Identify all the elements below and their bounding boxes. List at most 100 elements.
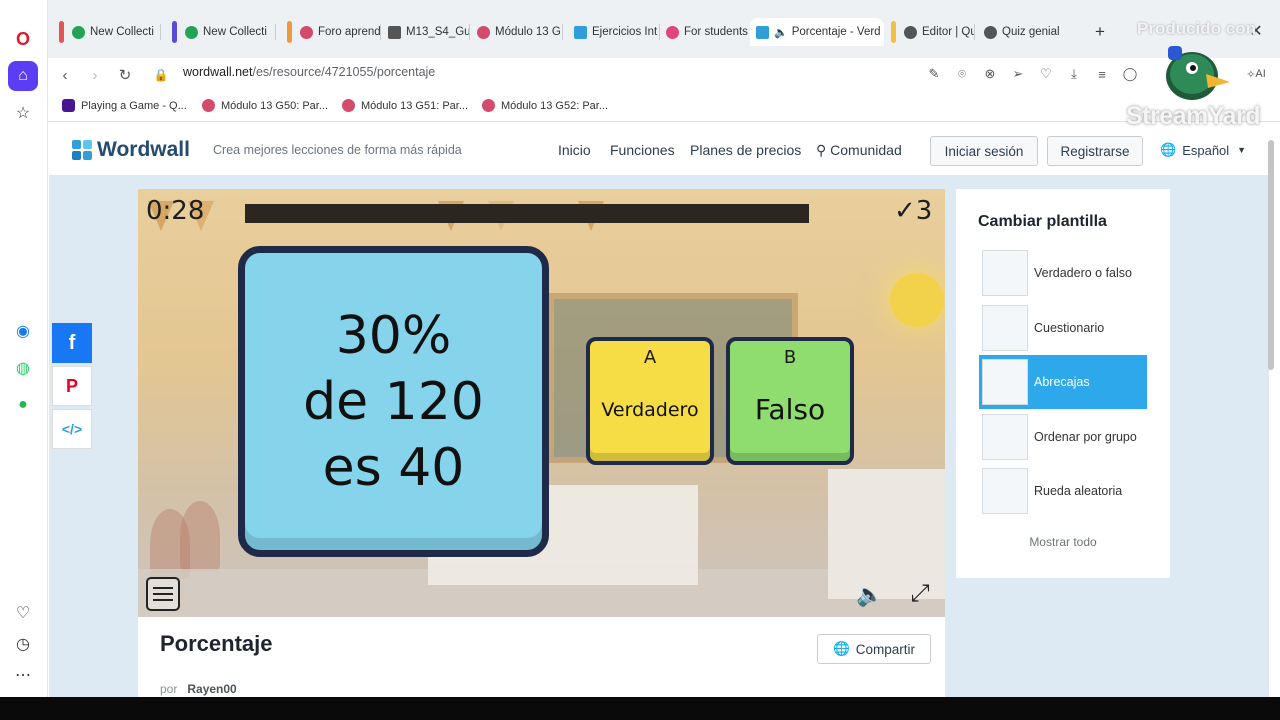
share-button[interactable]: 🌐 Compartir (817, 634, 931, 664)
tab-3[interactable]: Foro aprend (281, 18, 381, 46)
sound-icon[interactable]: 🔈 (854, 579, 886, 611)
share-label: Compartir (855, 641, 916, 657)
spotify-icon[interactable]: ● (8, 390, 38, 420)
tab-4[interactable]: M13_S4_Guí (382, 18, 470, 46)
tab-favicon-icon (477, 25, 490, 39)
pinboard-icon[interactable]: ☆ (8, 98, 38, 128)
lock-icon[interactable]: 🔒 (150, 64, 172, 86)
tab-favicon-icon (666, 25, 679, 39)
tab-title: Ejercicios Int (592, 26, 658, 38)
tab-color-stripe (59, 21, 64, 43)
nav-planes[interactable]: Planes de precios (690, 142, 801, 158)
embed-code-icon[interactable]: </> (52, 409, 92, 449)
bookmark-favicon-icon (62, 99, 75, 112)
template-ordenar-grupo[interactable]: Ordenar por grupo (979, 410, 1147, 464)
bookmark-item[interactable]: Playing a Game - Q... (62, 99, 187, 112)
bookmark-item[interactable]: Módulo 13 G52: Par... (482, 99, 608, 112)
nav-comunidad[interactable]: ⚲ Comunidad (816, 142, 902, 159)
tab-title: Editor | Quiz (922, 26, 975, 38)
tab-1[interactable]: New Collecti (53, 18, 161, 46)
tab-title: Foro aprend (318, 26, 381, 38)
heart-icon[interactable]: ♡ (1036, 64, 1056, 84)
tab-title: M13_S4_Guí (406, 26, 470, 38)
streamyard-duck-logo (1166, 46, 1230, 100)
send-icon[interactable]: ➢ (1008, 64, 1028, 84)
template-label: Ordenar por grupo (1034, 430, 1137, 444)
bookmark-label: Módulo 13 G50: Par... (221, 99, 329, 112)
speaker-icon: 🔈 (774, 26, 788, 39)
open-box-template-icon (982, 359, 1028, 405)
show-all-link[interactable]: Mostrar todo (956, 535, 1170, 549)
tab-color-stripe (287, 21, 292, 43)
edit-icon[interactable]: ✎ (924, 64, 944, 84)
profile-icon[interactable]: ◯ (1120, 64, 1140, 84)
tab-favicon-icon (300, 25, 313, 39)
tab-5[interactable]: Módulo 13 G (471, 18, 563, 46)
template-panel-title: Cambiar plantilla (978, 213, 1107, 230)
game-menu-button[interactable] (146, 577, 180, 611)
menu-lines-icon[interactable]: ≡ (1092, 64, 1112, 84)
timer: 0:28 (146, 196, 205, 226)
template-abrecajas[interactable]: Abrecajas (979, 355, 1147, 409)
question-card: 30% de 120 es 40 (238, 246, 549, 557)
tab-7[interactable]: For students (660, 18, 750, 46)
login-button[interactable]: Iniciar sesión (930, 136, 1038, 166)
ai-button[interactable]: ✧ AI (1240, 64, 1272, 84)
bookmark-item[interactable]: Módulo 13 G50: Par... (202, 99, 328, 112)
nav-funciones[interactable]: Funciones (610, 142, 675, 158)
page-scrollbar[interactable] (1268, 140, 1274, 370)
register-button[interactable]: Registrarse (1047, 136, 1143, 166)
tab-color-stripe (891, 21, 896, 43)
pinterest-share-icon[interactable]: P (52, 366, 92, 406)
heart-icon[interactable]: ♡ (8, 598, 38, 628)
wordwall-favicon-icon (574, 25, 587, 39)
tab-10[interactable]: Quiz genial (978, 18, 1073, 46)
wordwall-logo[interactable]: Wordwall (72, 138, 190, 162)
tab-9[interactable]: Editor | Quiz (885, 18, 975, 46)
reload-icon[interactable]: ↻ (114, 64, 136, 86)
answer-label: Falso (754, 393, 826, 426)
fullscreen-icon[interactable]: ⤢ (903, 577, 937, 611)
tab-2[interactable]: New Collecti (166, 18, 276, 46)
new-tab-button[interactable]: + (1090, 22, 1110, 42)
forward-icon[interactable]: › (84, 64, 106, 86)
chevron-down-icon: ▼ (1237, 145, 1247, 155)
url-field[interactable]: wordwall.net/es/resource/4721055/porcent… (183, 65, 435, 79)
author-name[interactable]: Rayen00 (187, 682, 236, 696)
block-icon[interactable]: ⊗ (980, 64, 1000, 84)
answer-a[interactable]: A Verdadero (586, 337, 714, 465)
whatsapp-icon[interactable]: ◍ (8, 353, 38, 383)
tab-separator (469, 24, 470, 40)
tab-separator (562, 24, 563, 40)
quiz-template-icon (982, 305, 1028, 351)
answer-letter: A (643, 347, 657, 368)
url-host: wordwall.net (183, 65, 253, 79)
template-rueda-aleatoria[interactable]: Rueda aleatoria (979, 464, 1147, 518)
language-select[interactable]: 🌐 Español ▼ (1160, 142, 1246, 158)
tab-8-active[interactable]: 🔈 Porcentaje - Verd (750, 18, 884, 46)
tab-6[interactable]: Ejercicios Int (568, 18, 660, 46)
check-icon: ✓ (894, 196, 916, 226)
address-bar-row: ‹ › ↻ 🔒 wordwall.net/es/resource/4721055… (48, 58, 1280, 92)
nav-inicio[interactable]: Inicio (558, 142, 591, 158)
bookmark-label: Módulo 13 G51: Par... (361, 99, 469, 112)
opera-logo-icon[interactable]: O (8, 24, 38, 54)
answer-b[interactable]: B Falso (726, 337, 854, 465)
camera-icon[interactable]: ⌾ (952, 64, 972, 84)
workspace-icon[interactable]: ⌂ (8, 61, 38, 91)
template-cuestionario[interactable]: Cuestionario (979, 301, 1147, 355)
group-sort-template-icon (982, 414, 1028, 460)
template-verdadero-falso[interactable]: Verdadero o falso (979, 246, 1147, 300)
tree-decoration (180, 501, 220, 571)
history-icon[interactable]: ◷ (8, 629, 38, 659)
bookmark-item[interactable]: Módulo 13 G51: Par... (342, 99, 468, 112)
more-icon[interactable]: ⋯ (8, 660, 38, 690)
messenger-icon[interactable]: ◉ (8, 316, 38, 346)
lamp-decoration (890, 273, 944, 327)
tab-strip: New Collecti New Collecti Foro aprend M1… (48, 0, 1280, 58)
back-icon[interactable]: ‹ (54, 64, 76, 86)
download-icon[interactable]: ⤓ (1064, 64, 1084, 84)
bookmark-favicon-icon (482, 99, 495, 112)
opera-sidebar: O ⌂ ☆ ◉ ◍ ● ♡ ◷ ⋯ (0, 0, 48, 697)
facebook-share-icon[interactable]: f (52, 323, 92, 363)
